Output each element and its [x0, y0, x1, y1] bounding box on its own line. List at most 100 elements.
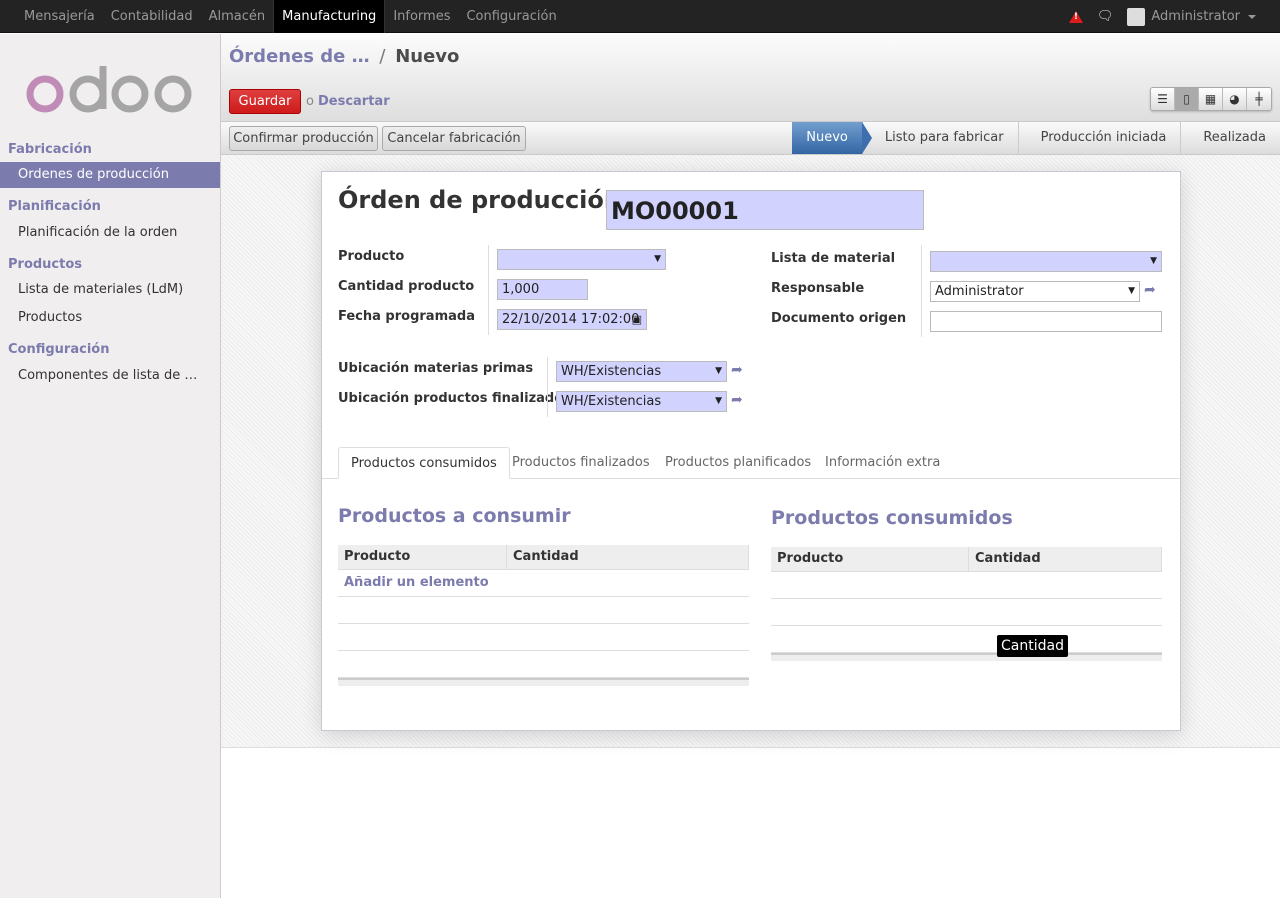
chevron-down-icon: ▼	[715, 396, 722, 406]
chat-icon[interactable]: 🗨	[1097, 9, 1114, 24]
sidebar-section-planificacion: Planificación	[8, 199, 101, 214]
external-link-icon[interactable]: ➦	[731, 393, 747, 407]
save-button[interactable]: Guardar	[229, 89, 301, 114]
chevron-down-icon: ▼	[715, 366, 722, 376]
tab-informacion-extra[interactable]: Información extra	[813, 447, 952, 479]
external-link-icon[interactable]: ➦	[731, 363, 747, 377]
sidebar-section-fabricacion: Fabricación	[8, 142, 92, 157]
column-producto[interactable]: Producto	[338, 545, 507, 569]
consumed-table: Producto Cantidad	[771, 547, 1162, 661]
stage-listo[interactable]: Listo para fabricar	[861, 122, 1018, 154]
menu-manufacturing[interactable]: Manufacturing	[273, 0, 386, 33]
finished-location-label: Ubicación productos finalizados	[338, 391, 571, 406]
odoo-logo[interactable]	[26, 64, 196, 116]
chevron-down-icon: ▼	[1150, 256, 1157, 266]
breadcrumb-separator: /	[379, 46, 386, 67]
qty-label: Cantidad producto	[338, 279, 475, 294]
gantt-view-icon[interactable]: ╪	[1247, 88, 1271, 110]
table-footer	[771, 653, 1162, 661]
tooltip: Cantidad	[997, 635, 1068, 657]
form-view-icon[interactable]: ▯	[1175, 88, 1199, 110]
top-menu: Mensajería Contabilidad Almacén Manufact…	[16, 0, 565, 33]
menu-informes[interactable]: Informes	[385, 0, 458, 33]
divider	[921, 245, 922, 337]
responsible-select[interactable]: Administrator ▼	[930, 281, 1140, 302]
sidebar-section-configuracion: Configuración	[8, 342, 110, 357]
product-label: Producto	[338, 249, 405, 264]
order-name-input[interactable]: MO00001	[606, 190, 924, 230]
confirm-production-button[interactable]: Confirmar producción	[229, 126, 378, 151]
graph-view-icon[interactable]: ◕	[1223, 88, 1247, 110]
main-content: Órdenes de … / Nuevo Guardar o Descartar …	[221, 34, 1280, 898]
user-menu[interactable]: Administrator	[1127, 7, 1256, 26]
divider	[547, 357, 548, 417]
table-row	[338, 597, 749, 624]
menu-configuracion[interactable]: Configuración	[458, 0, 564, 33]
origin-input[interactable]	[930, 311, 1162, 332]
date-value: 22/10/2014 17:02:00	[502, 312, 640, 327]
top-navbar: Mensajería Contabilidad Almacén Manufact…	[0, 0, 1280, 33]
stage-realizada[interactable]: Realizada	[1180, 122, 1280, 154]
avatar	[1127, 7, 1146, 26]
raw-location-value: WH/Existencias	[561, 364, 662, 379]
control-panel: Órdenes de … / Nuevo Guardar o Descartar …	[221, 34, 1280, 122]
tab-productos-consumidos[interactable]: Productos consumidos	[338, 447, 510, 479]
responsible-label: Responsable	[771, 281, 865, 296]
form-title: Órden de producción	[338, 186, 621, 214]
breadcrumb-current: Nuevo	[395, 46, 460, 67]
tab-productos-finalizados[interactable]: Productos finalizados	[500, 447, 662, 479]
list-view-icon[interactable]: ☰	[1151, 88, 1175, 110]
column-cantidad[interactable]: Cantidad	[507, 545, 749, 569]
cancel-production-button[interactable]: Cancelar fabricación	[382, 126, 526, 151]
table-row	[338, 651, 749, 678]
breadcrumb: Órdenes de … / Nuevo	[229, 46, 459, 67]
discard-link-wrap: o Descartar	[306, 94, 390, 109]
raw-location-select[interactable]: WH/Existencias ▼	[556, 361, 727, 382]
product-select[interactable]: ▼	[497, 249, 666, 270]
finished-location-value: WH/Existencias	[561, 394, 662, 409]
table-row	[771, 572, 1162, 599]
warning-icon[interactable]	[1068, 10, 1083, 23]
add-line-link[interactable]: Añadir un elemento	[338, 570, 749, 597]
tab-productos-planificados[interactable]: Productos planificados	[653, 447, 823, 479]
to-consume-table: Producto Cantidad Añadir un elemento	[338, 545, 749, 686]
chevron-down-icon: ▼	[1128, 286, 1135, 296]
table-footer	[338, 678, 749, 686]
raw-location-label: Ubicación materias primas	[338, 361, 534, 376]
menu-contabilidad[interactable]: Contabilidad	[103, 0, 201, 33]
tab-bar: Productos consumidos Productos finalizad…	[322, 447, 1180, 479]
column-cantidad[interactable]: Cantidad	[969, 547, 1162, 571]
sidebar-item-componentes[interactable]: Componentes de lista de …	[0, 363, 220, 389]
chevron-down-icon: ▼	[654, 254, 661, 264]
breadcrumb-parent[interactable]: Órdenes de …	[229, 46, 370, 67]
sidebar-item-lista-materiales[interactable]: Lista de materiales (LdM)	[0, 277, 220, 303]
bom-label: Lista de material	[771, 251, 896, 266]
finished-location-select[interactable]: WH/Existencias ▼	[556, 391, 727, 412]
date-input[interactable]: 22/10/2014 17:02:00 ▣	[497, 309, 647, 330]
sidebar: Fabricación Ordenes de producción Planif…	[0, 34, 221, 898]
bom-select[interactable]: ▼	[930, 251, 1162, 272]
calendar-icon[interactable]: ▣	[632, 310, 642, 329]
divider	[488, 245, 489, 335]
origin-label: Documento origen	[771, 311, 907, 326]
sidebar-item-productos[interactable]: Productos	[0, 305, 220, 331]
table-header: Producto Cantidad	[338, 545, 749, 570]
discard-button[interactable]: Descartar	[318, 94, 390, 109]
sidebar-section-productos: Productos	[8, 257, 83, 272]
qty-input[interactable]: 1,000	[497, 279, 588, 300]
external-link-icon[interactable]: ➦	[1144, 283, 1160, 297]
menu-mensajeria[interactable]: Mensajería	[16, 0, 103, 33]
stage-iniciada[interactable]: Producción iniciada	[1017, 122, 1181, 154]
menu-almacen[interactable]: Almacén	[201, 0, 274, 33]
status-bar: Confirmar producción Cancelar fabricació…	[221, 122, 1280, 155]
or-text: o	[306, 94, 314, 109]
stage-bar: Nuevo Listo para fabricar Producción ini…	[792, 122, 1280, 154]
sidebar-item-ordenes[interactable]: Ordenes de producción	[0, 162, 220, 188]
column-producto[interactable]: Producto	[771, 547, 969, 571]
sidebar-item-planificacion-orden[interactable]: Planificación de la orden	[0, 220, 220, 246]
responsible-value: Administrator	[935, 284, 1024, 299]
table-row	[771, 599, 1162, 626]
calendar-view-icon[interactable]: ▦	[1199, 88, 1223, 110]
view-switcher: ☰ ▯ ▦ ◕ ╪	[1150, 87, 1272, 111]
stage-nuevo[interactable]: Nuevo	[792, 122, 872, 154]
